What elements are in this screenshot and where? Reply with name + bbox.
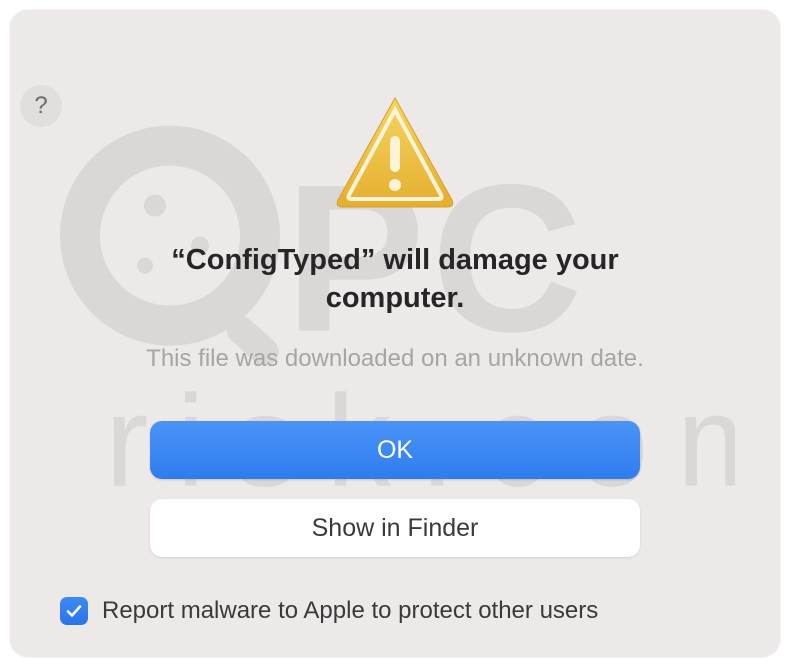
- show-in-finder-label: Show in Finder: [312, 514, 479, 543]
- button-group: OK Show in Finder: [60, 421, 730, 557]
- ok-button[interactable]: OK: [150, 421, 640, 479]
- dialog-subtitle: This file was downloaded on an unknown d…: [60, 345, 730, 373]
- report-malware-checkbox[interactable]: [60, 597, 88, 625]
- gatekeeper-warning-dialog: PC risk.com ? “ConfigTyped” will damage …: [10, 10, 780, 657]
- show-in-finder-button[interactable]: Show in Finder: [150, 499, 640, 557]
- question-mark-icon: ?: [34, 92, 47, 120]
- help-button[interactable]: ?: [20, 85, 62, 127]
- report-malware-label: Report malware to Apple to protect other…: [102, 597, 598, 625]
- dialog-title: “ConfigTyped” will damage your computer.: [60, 242, 730, 317]
- warning-triangle-icon: [330, 92, 460, 212]
- report-malware-row: Report malware to Apple to protect other…: [60, 597, 730, 625]
- warning-icon-container: [60, 92, 730, 212]
- checkmark-icon: [65, 602, 83, 620]
- ok-button-label: OK: [377, 436, 413, 465]
